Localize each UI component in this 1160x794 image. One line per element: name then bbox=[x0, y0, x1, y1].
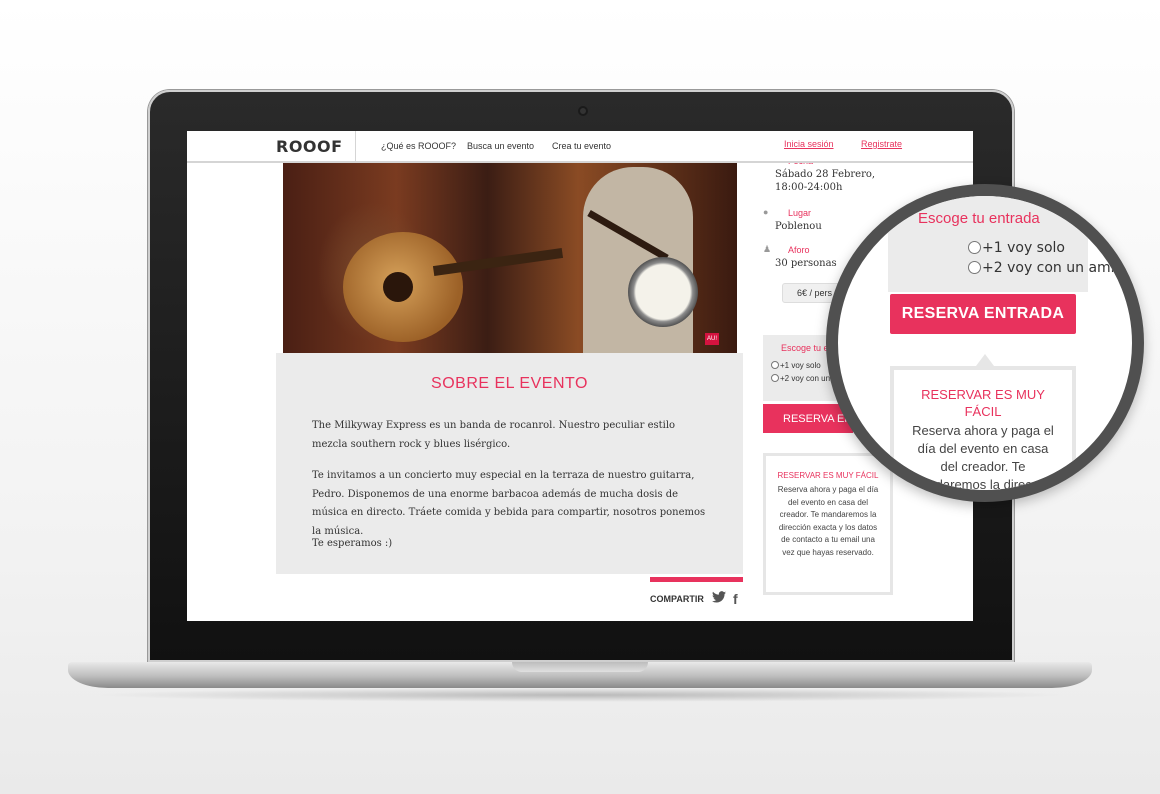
radio-button[interactable] bbox=[771, 374, 779, 382]
laptop-base-notch bbox=[512, 662, 648, 672]
nav-link-create-event[interactable]: Crea tu evento bbox=[552, 141, 611, 151]
location-pin-icon: ● bbox=[763, 207, 769, 217]
about-title: SOBRE EL EVENTO bbox=[431, 375, 588, 392]
option-label: +2 voy con un amigo bbox=[982, 260, 1133, 276]
zoomed-ticket-option-solo[interactable]: +1 voy solo bbox=[968, 240, 1065, 256]
capacity-value: 30 personas bbox=[775, 258, 837, 269]
photo-badge: AU! bbox=[705, 333, 719, 345]
zoomed-info-title: RESERVAR ES MUY FÁCIL bbox=[921, 387, 1045, 419]
bubble-arrow bbox=[976, 354, 994, 366]
time-value: 18:00-24:00h bbox=[775, 182, 843, 193]
nav-link-what-is[interactable]: ¿Qué es ROOOF? bbox=[381, 141, 456, 151]
top-navbar: ROOOF ¿Qué es ROOOF? Busca un evento Cre… bbox=[187, 131, 973, 163]
nav-link-search-event[interactable]: Busca un evento bbox=[467, 141, 534, 151]
place-label: Lugar bbox=[788, 208, 812, 218]
reserve-info-bubble: RESERVAR ES MUY FÁCIL Reserva ahora y pa… bbox=[763, 453, 893, 595]
zoom-magnifier: Escoge tu entrada +1 voy solo +2 voy con… bbox=[826, 184, 1144, 502]
about-event-section: SOBRE EL EVENTO The Milkyway Express es … bbox=[276, 353, 743, 574]
share-accent-bar bbox=[650, 577, 743, 582]
option-label: +1 voy solo bbox=[780, 361, 821, 370]
camera-icon bbox=[578, 106, 588, 116]
laptop-shadow bbox=[90, 688, 1070, 702]
radio-button[interactable] bbox=[771, 361, 779, 369]
photo-guitar-hole bbox=[383, 272, 413, 302]
zoomed-ticket-option-friend[interactable]: +2 voy con un amigo bbox=[968, 260, 1132, 276]
radio-button[interactable] bbox=[968, 261, 981, 274]
share-label: COMPARTIR bbox=[650, 594, 704, 604]
zoomed-info-text: Reserva ahora y paga el día del evento e… bbox=[910, 423, 1056, 492]
register-link[interactable]: Registrate bbox=[861, 139, 902, 149]
person-icon: ♟ bbox=[763, 244, 772, 254]
nav-divider bbox=[355, 131, 356, 163]
twitter-icon[interactable] bbox=[712, 591, 726, 603]
about-paragraph: Te esperamos :) bbox=[312, 538, 393, 549]
zoomed-choose-title: Escoge tu entrada bbox=[918, 210, 1040, 227]
radio-button[interactable] bbox=[968, 241, 981, 254]
facebook-icon[interactable]: f bbox=[733, 591, 738, 607]
date-value: Sábado 28 Febrero, bbox=[775, 169, 876, 180]
ticket-option-solo[interactable]: +1 voy solo bbox=[771, 361, 821, 370]
zoomed-info-bubble: RESERVAR ES MUY FÁCIL Reserva ahora y pa… bbox=[890, 366, 1076, 492]
roof-logo[interactable]: ROOOF bbox=[276, 137, 343, 156]
login-link[interactable]: Inicia sesión bbox=[784, 139, 834, 149]
zoomed-reserve-button[interactable]: RESERVA ENTRADA bbox=[890, 294, 1076, 334]
about-paragraph: Te invitamos a un concierto muy especial… bbox=[312, 470, 706, 537]
capacity-label: Aforo bbox=[788, 245, 810, 255]
event-photo: AU! bbox=[283, 162, 737, 353]
info-text: Reserva ahora y paga el día del evento e… bbox=[777, 485, 879, 557]
option-label: +1 voy solo bbox=[982, 240, 1065, 256]
zoomed-ticket-chooser: Escoge tu entrada +1 voy solo +2 voy con… bbox=[888, 196, 1132, 292]
about-paragraph: The Milkyway Express es un banda de roca… bbox=[312, 420, 676, 450]
info-title: RESERVAR ES MUY FÁCIL bbox=[777, 471, 879, 480]
place-value: Poblenou bbox=[775, 221, 822, 232]
photo-banjo bbox=[628, 257, 698, 327]
